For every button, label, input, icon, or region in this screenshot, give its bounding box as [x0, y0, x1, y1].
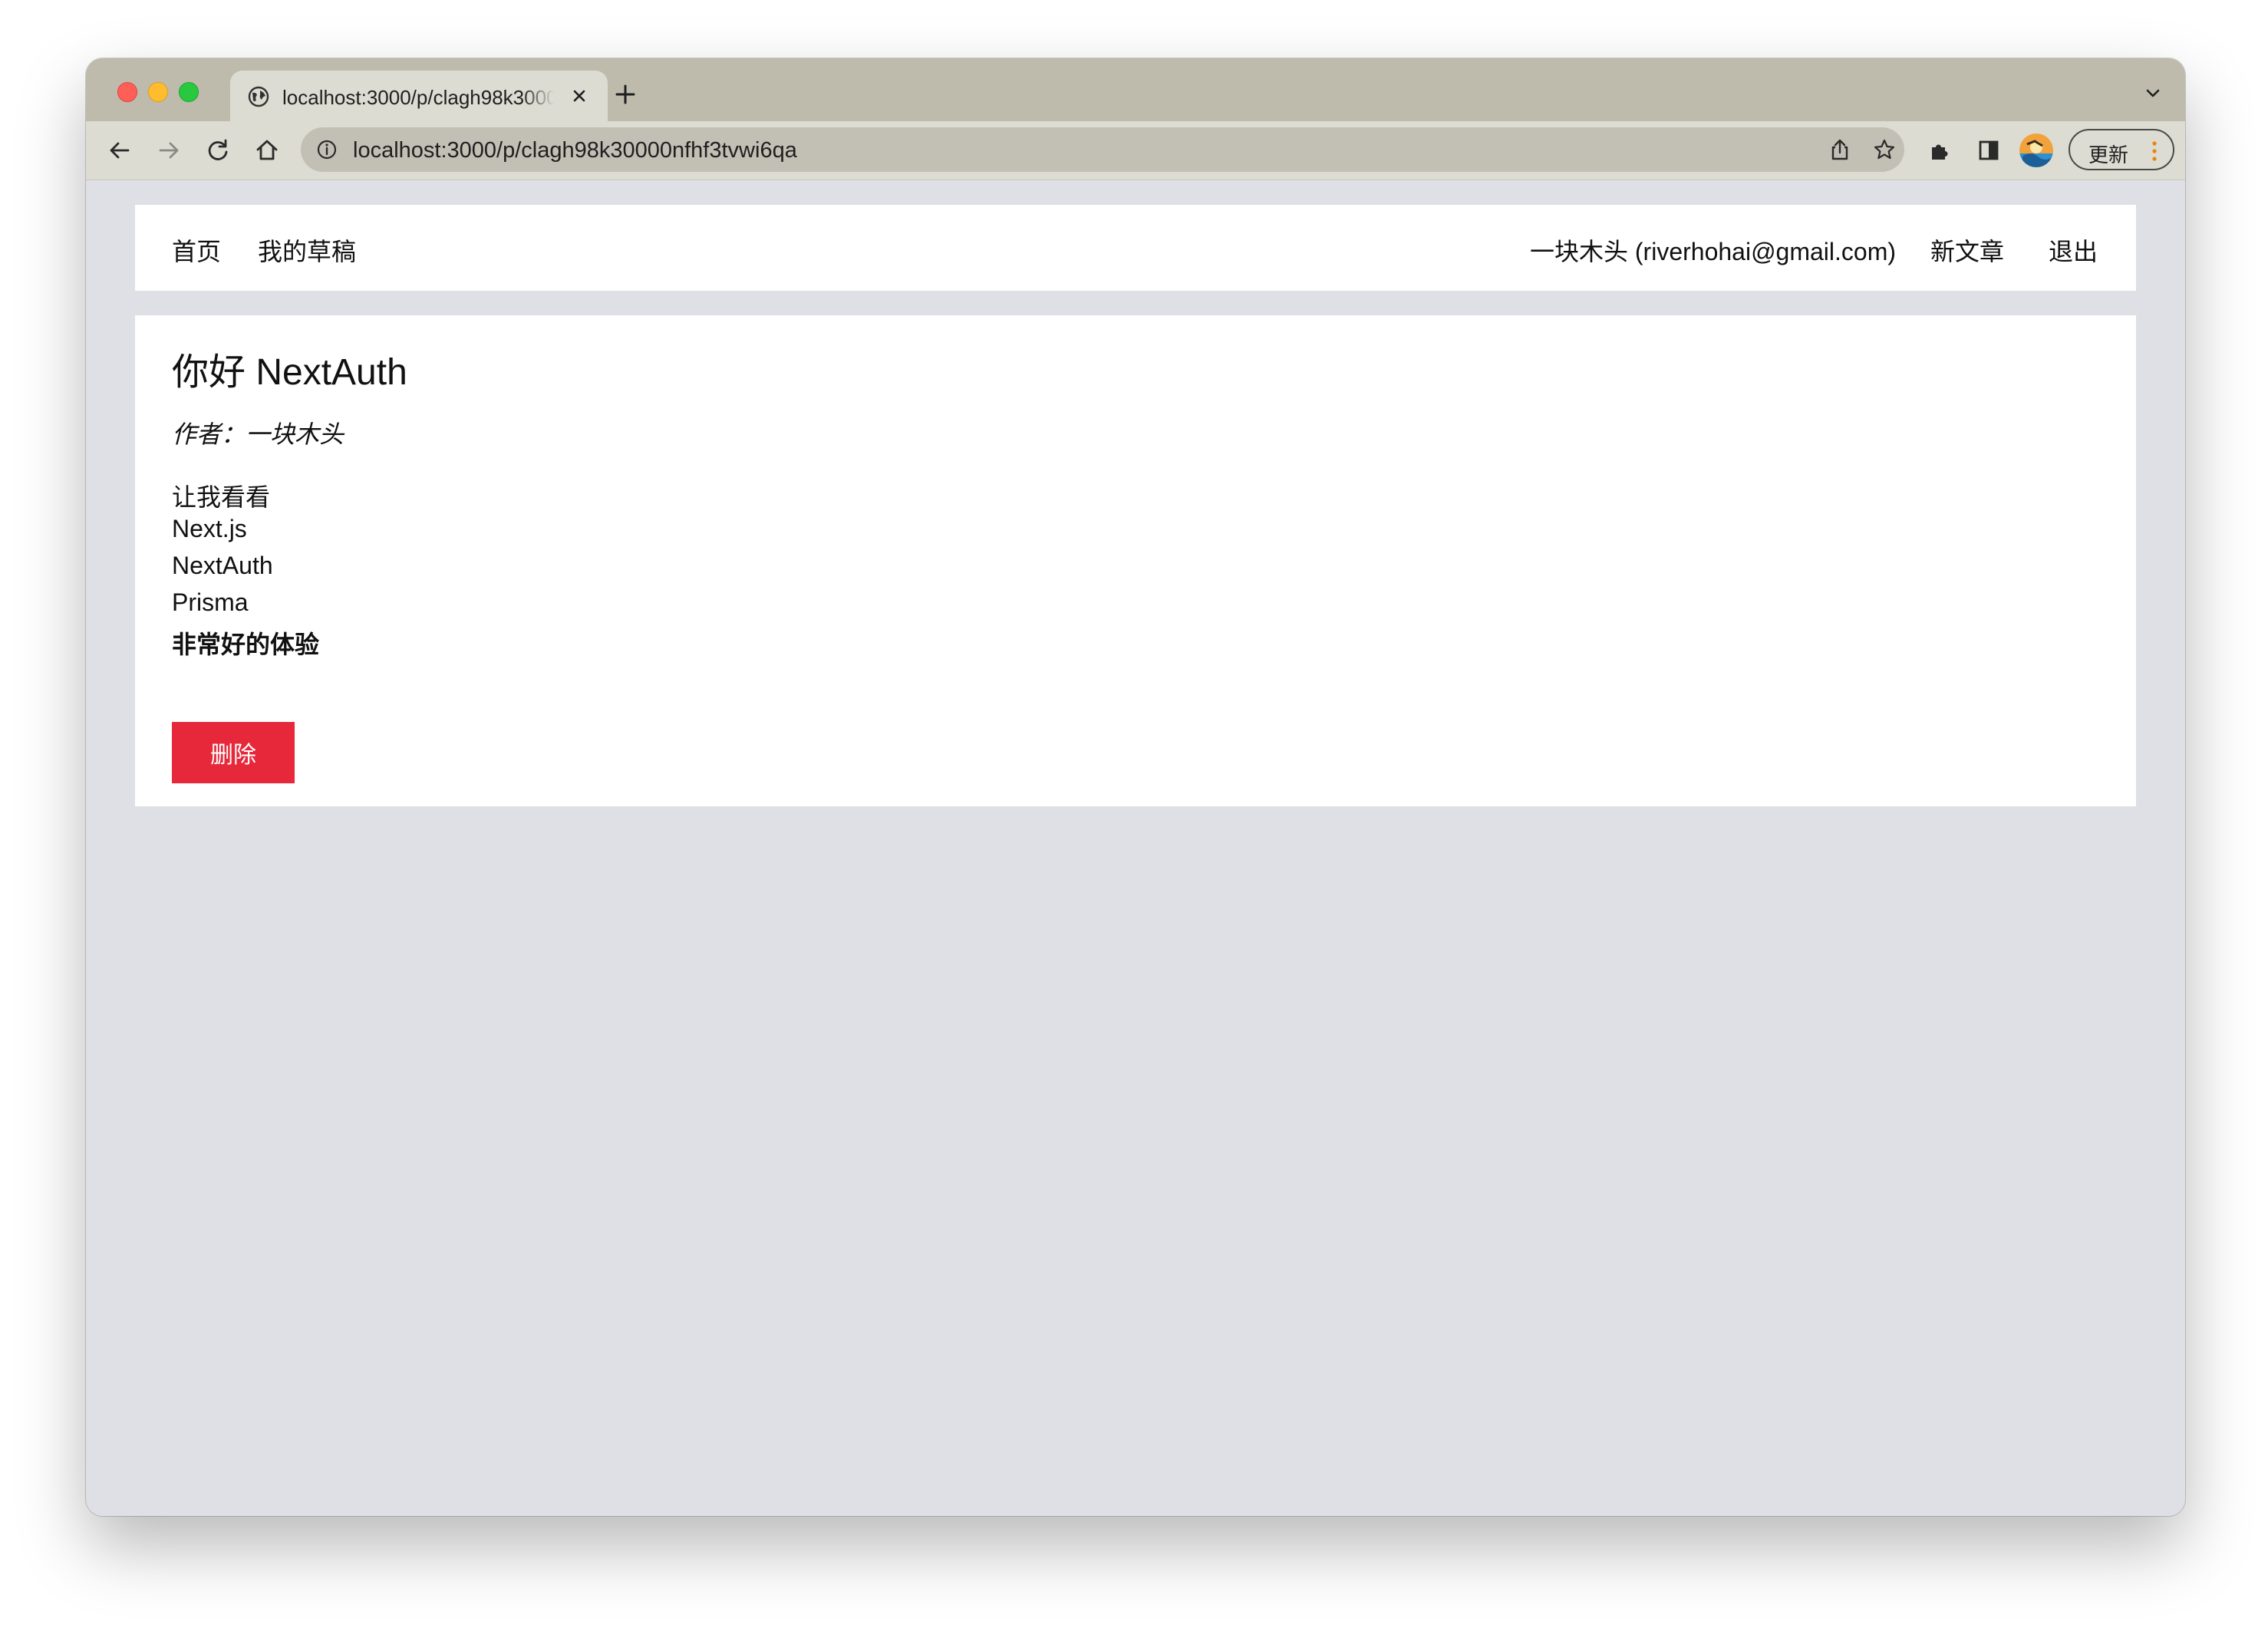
globe-icon	[248, 86, 269, 107]
zoom-window-button[interactable]	[179, 82, 199, 102]
post-content-line: Next.js	[172, 515, 247, 542]
chevron-down-icon[interactable]	[2142, 83, 2164, 104]
site-info-icon[interactable]	[316, 139, 338, 160]
update-button[interactable]: 更新	[2069, 129, 2174, 170]
browser-window: localhost:3000/p/clagh98k30000nfhf3tvwi6…	[86, 58, 2185, 1516]
post-content-line: NextAuth	[172, 552, 273, 579]
page-viewport: 首页 我的草稿 一块木头 (riverhohai@gmail.com) 新文章 …	[86, 180, 2185, 1516]
post-content-line-bold: 非常好的体验	[172, 631, 320, 658]
post-title: 你好 NextAuth	[172, 352, 407, 393]
browser-toolbar: localhost:3000/p/clagh98k30000nfhf3tvwi6…	[86, 121, 2185, 180]
close-window-button[interactable]	[117, 82, 137, 102]
minimize-window-button[interactable]	[148, 82, 168, 102]
new-post-link[interactable]: 新文章	[1930, 232, 2004, 268]
site-navbar: 首页 我的草稿 一块木头 (riverhohai@gmail.com) 新文章 …	[135, 205, 2136, 291]
browser-tab[interactable]: localhost:3000/p/clagh98k30000nfhf3tvwi6…	[230, 71, 608, 121]
post-content-line: Prisma	[172, 588, 249, 616]
bookmark-star-icon[interactable]	[1872, 137, 1897, 162]
share-icon[interactable]	[1828, 137, 1852, 162]
home-icon[interactable]	[253, 137, 281, 164]
post-card: 你好 NextAuth 作者：一块木头 让我看看 Next.js NextAut…	[135, 315, 2136, 806]
delete-post-button[interactable]: 删除	[172, 722, 295, 783]
logout-link[interactable]: 退出	[2049, 232, 2098, 268]
tab-strip: localhost:3000/p/clagh98k30000nfhf3tvwi6…	[86, 58, 2185, 121]
address-bar[interactable]: localhost:3000/p/clagh98k30000nfhf3tvwi6…	[301, 127, 1904, 172]
forward-arrow-icon[interactable]	[155, 137, 183, 164]
nav-home-link[interactable]: 首页	[172, 232, 221, 268]
update-button-label: 更新	[2088, 143, 2129, 166]
more-menu-icon	[2152, 141, 2157, 161]
tab-title: localhost:3000/p/clagh98k30000nfhf3tvwi6…	[282, 86, 554, 109]
side-panel-icon[interactable]	[1975, 137, 2003, 164]
profile-avatar[interactable]	[2019, 133, 2053, 167]
avatar-image	[2019, 133, 2053, 167]
post-content-line: 让我看看	[172, 483, 271, 511]
url-text[interactable]: localhost:3000/p/clagh98k30000nfhf3tvwi6…	[353, 138, 797, 163]
close-tab-icon[interactable]	[568, 84, 591, 107]
reload-icon[interactable]	[204, 137, 232, 164]
post-author: 作者：一块木头	[172, 420, 344, 448]
back-arrow-icon[interactable]	[106, 137, 134, 164]
nav-drafts-link[interactable]: 我的草稿	[258, 232, 356, 268]
user-info: 一块木头 (riverhohai@gmail.com)	[1530, 238, 1897, 265]
new-tab-icon[interactable]	[612, 81, 638, 107]
extensions-puzzle-icon[interactable]	[1926, 137, 1953, 164]
